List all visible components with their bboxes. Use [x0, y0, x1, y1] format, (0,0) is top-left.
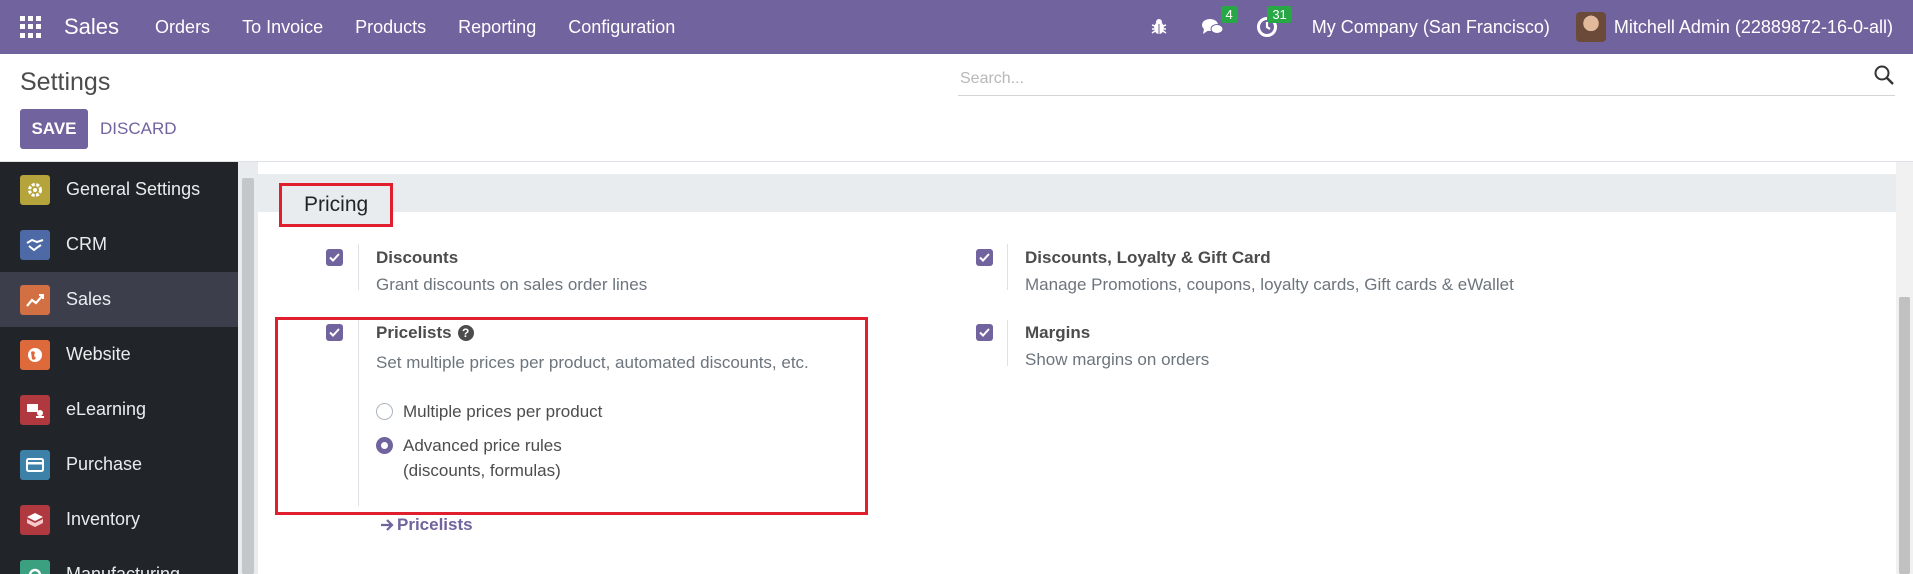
search-input[interactable] — [958, 62, 1895, 96]
setting-divider — [358, 244, 359, 290]
radio-multiple-prices-label[interactable]: Multiple prices per product — [403, 399, 602, 424]
sidebar-item-label: Sales — [66, 289, 112, 309]
discounts-checkbox[interactable] — [326, 249, 343, 266]
discounts-title: Discounts — [376, 248, 459, 267]
sidebar-item-label: Website — [66, 344, 131, 364]
setting-divider — [1007, 244, 1008, 290]
radio-advanced-rules-line1: Advanced price rules — [403, 436, 562, 455]
radio-advanced-rules[interactable] — [376, 437, 393, 454]
loyalty-description: Manage Promotions, coupons, loyalty card… — [1025, 275, 1514, 294]
help-question-icon[interactable]: ? — [457, 325, 474, 341]
menu-to-invoice[interactable]: To Invoice — [226, 17, 339, 38]
sidebar-item-general-settings[interactable]: General Settings — [0, 162, 238, 217]
sidebar-item-crm[interactable]: CRM — [0, 217, 238, 272]
credit-card-icon — [20, 449, 50, 480]
activity-clock-icon[interactable]: 31 — [1254, 6, 1292, 40]
sidebar-item-label: CRM — [66, 234, 107, 254]
sidebar-item-elearning[interactable]: eLearning — [0, 382, 238, 437]
sidebar-item-sales[interactable]: Sales — [0, 272, 238, 327]
settings-sidebar: General Settings CRM Sales Website eLear… — [0, 162, 238, 574]
setting-divider — [1007, 320, 1008, 366]
user-menu[interactable]: Mitchell Admin (22889872-16-0-all) — [1614, 17, 1893, 38]
pricelists-title-text: Pricelists — [376, 323, 452, 342]
sidebar-scrollbar[interactable] — [238, 162, 258, 574]
content-scrollbar[interactable] — [1896, 162, 1913, 574]
gear-icon — [20, 174, 50, 205]
loyalty-checkbox[interactable] — [976, 249, 993, 266]
arrow-right-icon — [381, 519, 394, 531]
radio-multiple-prices[interactable] — [376, 403, 393, 420]
sidebar-item-label: Manufacturing — [66, 564, 181, 574]
sidebar-item-label: Purchase — [66, 454, 143, 474]
debug-bug-icon[interactable] — [1146, 14, 1172, 40]
sidebar-item-website[interactable]: Website — [0, 327, 238, 382]
save-button[interactable]: SAVE — [20, 109, 88, 149]
sidebar-item-label: General Settings — [66, 179, 201, 199]
sidebar-item-manufacturing[interactable]: Manufacturing — [0, 547, 238, 574]
menu-configuration[interactable]: Configuration — [552, 17, 691, 38]
globe-icon — [20, 339, 50, 370]
menu-reporting[interactable]: Reporting — [442, 17, 552, 38]
setting-divider — [358, 320, 359, 506]
margins-checkbox[interactable] — [976, 324, 993, 341]
pricelists-description: Set multiple prices per product, automat… — [376, 353, 809, 372]
section-title-pricing: Pricing — [279, 183, 394, 227]
settings-content: Pricing Discounts Grant discounts on sal… — [258, 162, 1896, 574]
app-brand[interactable]: Sales — [64, 14, 119, 40]
handshake-icon — [20, 229, 50, 260]
menu-orders[interactable]: Orders — [139, 17, 226, 38]
pricelists-checkbox[interactable] — [326, 324, 343, 341]
apps-menu-icon[interactable] — [20, 16, 42, 38]
margins-title: Margins — [1025, 323, 1091, 342]
navbar-systray: 4 31 My Company (San Francisco) Mitchell… — [1132, 6, 1913, 42]
search-icon[interactable] — [1873, 64, 1895, 86]
sidebar-item-label: Inventory — [66, 509, 141, 529]
chat-count-badge: 4 — [1220, 6, 1238, 23]
activity-count-badge: 31 — [1267, 6, 1292, 23]
margins-description: Show margins on orders — [1025, 350, 1210, 369]
main-menu: Orders To Invoice Products Reporting Con… — [139, 17, 691, 38]
sidebar-item-inventory[interactable]: Inventory — [0, 492, 238, 547]
discard-button[interactable]: DISCARD — [100, 109, 177, 149]
radio-advanced-rules-line2: (discounts, formulas) — [403, 461, 561, 480]
top-navbar: Sales Orders To Invoice Products Reporti… — [0, 0, 1913, 54]
menu-products[interactable]: Products — [339, 17, 442, 38]
sales-chart-icon — [20, 284, 50, 315]
section-header: Pricing — [258, 174, 1896, 227]
pricelists-link[interactable]: Pricelists — [380, 515, 473, 535]
user-avatar[interactable] — [1575, 12, 1606, 42]
manufacturing-icon — [20, 559, 50, 574]
page-title: Settings — [20, 68, 111, 96]
radio-advanced-rules-label[interactable]: Advanced price rules (discounts, formula… — [403, 433, 562, 483]
pricelists-link-text: Pricelists — [397, 515, 473, 534]
company-switcher[interactable]: My Company (San Francisco) — [1312, 17, 1550, 38]
sidebar-item-label: eLearning — [66, 399, 147, 419]
elearning-icon — [20, 394, 50, 425]
sidebar-item-purchase[interactable]: Purchase — [0, 437, 238, 492]
loyalty-title: Discounts, Loyalty & Gift Card — [1025, 248, 1271, 267]
pricelists-title: Pricelists? — [376, 323, 474, 343]
box-icon — [20, 504, 50, 535]
chat-icon[interactable]: 4 — [1200, 6, 1238, 40]
discounts-description: Grant discounts on sales order lines — [376, 275, 648, 294]
